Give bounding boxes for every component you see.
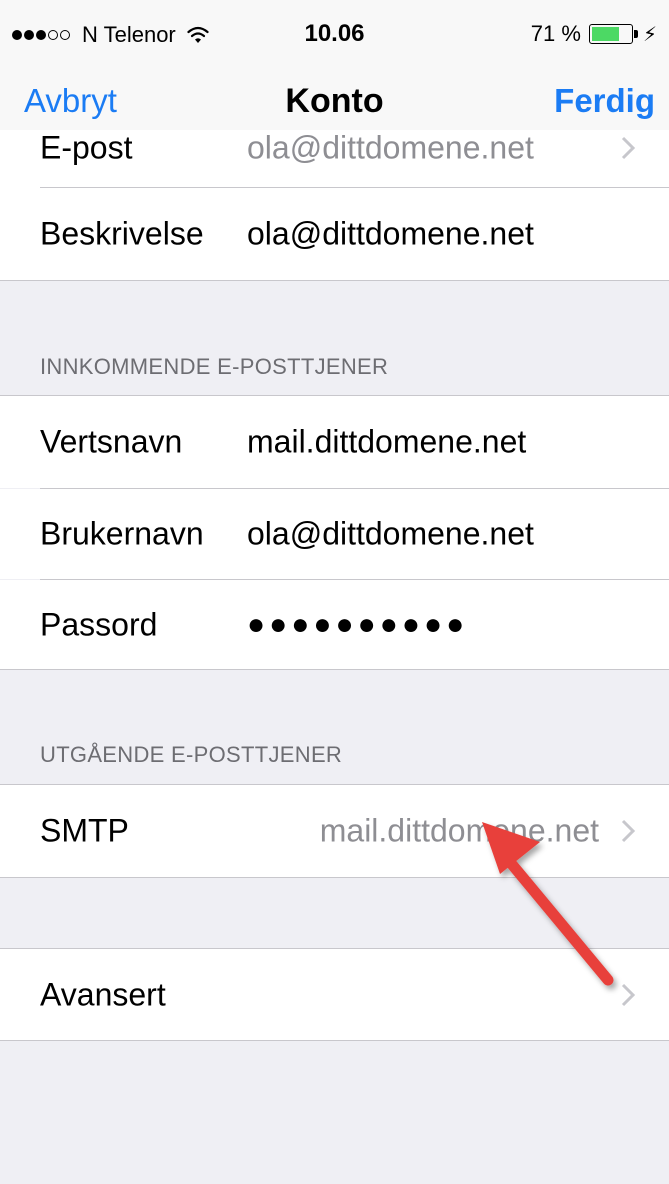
password-row[interactable]: Passord ●●●●●●●●●● xyxy=(0,580,669,669)
password-label: Passord xyxy=(40,606,158,642)
password-field[interactable]: ●●●●●●●●●● xyxy=(247,608,468,642)
battery-icon xyxy=(588,24,638,44)
smtp-label: SMTP xyxy=(40,812,129,849)
annotation-arrow-icon xyxy=(482,822,614,986)
description-field[interactable]: ola@dittdomene.net xyxy=(247,216,534,253)
chevron-right-icon xyxy=(621,136,636,160)
outgoing-section-header: UTGÅENDE E-POSTTJENER xyxy=(40,742,343,767)
description-row[interactable]: Beskrivelse ola@dittdomene.net xyxy=(0,188,669,280)
hostname-field[interactable]: mail.dittdomene.net xyxy=(247,424,526,461)
email-value: ola@dittdomene.net xyxy=(247,129,534,166)
advanced-label: Avansert xyxy=(40,976,166,1012)
done-button[interactable]: Ferdig xyxy=(554,82,655,120)
navigation-bar: Avbryt Konto Ferdig xyxy=(0,68,669,130)
battery-percent: 71 % xyxy=(530,21,581,46)
email-label: E-post xyxy=(40,129,133,166)
username-row[interactable]: Brukernavn ola@dittdomene.net xyxy=(0,489,669,579)
signal-strength-icon xyxy=(12,30,70,40)
charging-bolt-icon: ⚡ xyxy=(642,23,657,46)
status-bar: N Telenor 10.06 71 % ⚡ xyxy=(0,0,669,68)
description-label: Beskrivelse xyxy=(40,215,204,252)
username-label: Brukernavn xyxy=(40,515,204,552)
wifi-icon xyxy=(187,26,209,43)
incoming-section-header: INNKOMMENDE E-POSTTJENER xyxy=(40,354,389,379)
cancel-button[interactable]: Avbryt xyxy=(24,82,117,120)
hostname-row[interactable]: Vertsnavn mail.dittdomene.net xyxy=(0,396,669,488)
hostname-label: Vertsnavn xyxy=(40,423,183,460)
top-bar: N Telenor 10.06 71 % ⚡ Avbryt Konto Ferd… xyxy=(0,0,669,130)
username-field[interactable]: ola@dittdomene.net xyxy=(247,516,534,553)
carrier-name: N Telenor xyxy=(82,22,176,47)
